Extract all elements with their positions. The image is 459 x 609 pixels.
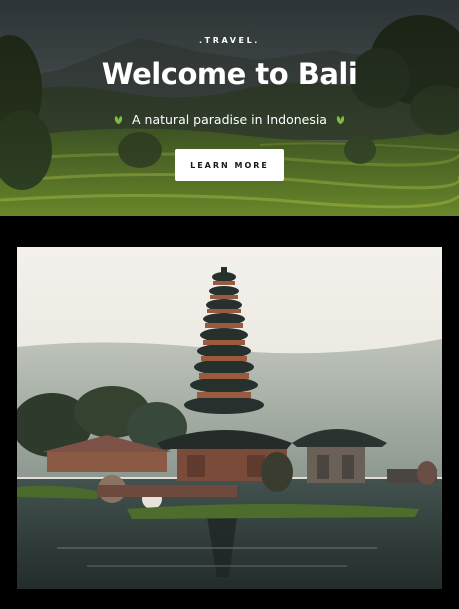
hero-subtitle-row: A natural paradise in Indonesia [0,112,459,127]
leaf-icon [336,115,345,125]
learn-more-button[interactable]: LEARN MORE [175,149,284,181]
hero-content: .TRAVEL. Welcome to Bali A natural parad… [0,0,459,216]
hero-title: Welcome to Bali [101,57,358,91]
hero-subtitle: A natural paradise in Indonesia [132,112,327,127]
hero-eyebrow: .TRAVEL. [199,36,260,45]
temple-photo [17,247,442,589]
leaf-icon [114,115,123,125]
hero-banner: .TRAVEL. Welcome to Bali A natural parad… [0,0,459,216]
